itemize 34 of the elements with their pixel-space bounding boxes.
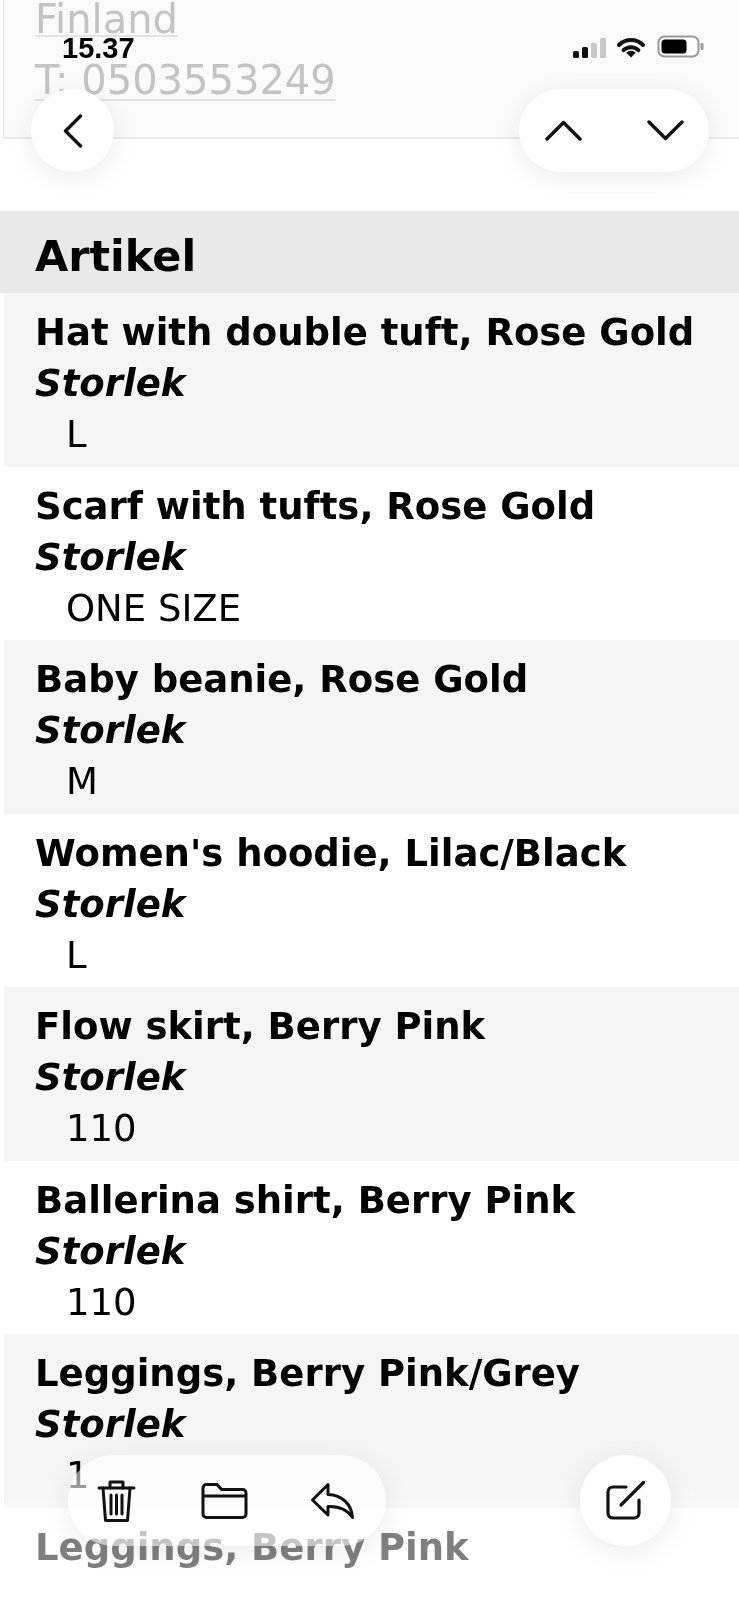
- folder-icon: [200, 1481, 248, 1520]
- attribute-value: ONE SIZE: [66, 585, 242, 632]
- attribute-value: M: [66, 759, 98, 805]
- attribute-value: L: [66, 932, 87, 979]
- attribute-value: 110: [66, 1106, 137, 1152]
- battery-icon: [657, 35, 704, 58]
- item-name: Leggings, Berry Pink: [35, 1524, 469, 1571]
- attribute-value: 1: [66, 1453, 90, 1499]
- attribute-value: 110: [66, 1279, 137, 1326]
- attribute-label: Storlek: [35, 361, 186, 407]
- chevron-up-icon: [544, 120, 582, 141]
- item-name: Leggings, Berry Pink/Grey: [35, 1351, 580, 1397]
- signal-icon: [573, 38, 606, 58]
- item-name: Scarf with tufts, Rose Gold: [35, 483, 596, 530]
- item-name: Baby beanie, Rose Gold: [35, 657, 529, 703]
- item-name: Hat with double tuft, Rose Gold: [35, 310, 695, 356]
- wifi-icon: [615, 36, 647, 58]
- attribute-label: Storlek: [35, 881, 186, 928]
- item-name: Women's hoodie, Lilac/Black: [35, 830, 627, 877]
- attribute-label: Storlek: [35, 708, 186, 754]
- status-time: 15.37: [62, 38, 135, 59]
- item-name: Ballerina shirt, Berry Pink: [35, 1177, 576, 1224]
- curved-arrow-icon: [309, 1481, 355, 1520]
- chevron-left-icon: [62, 113, 83, 148]
- attribute-label: Storlek: [35, 1228, 186, 1275]
- attribute-label: Storlek: [35, 1402, 186, 1448]
- pencil-square-icon: [604, 1480, 647, 1521]
- item-name: Flow skirt, Berry Pink: [35, 1004, 486, 1050]
- attribute-value: L: [66, 412, 87, 458]
- chevron-down-icon: [646, 120, 684, 141]
- attribute-label: Storlek: [35, 1055, 186, 1101]
- trash-icon: [96, 1478, 136, 1523]
- section-title: Artikel: [35, 230, 197, 283]
- attribute-label: Storlek: [35, 534, 186, 581]
